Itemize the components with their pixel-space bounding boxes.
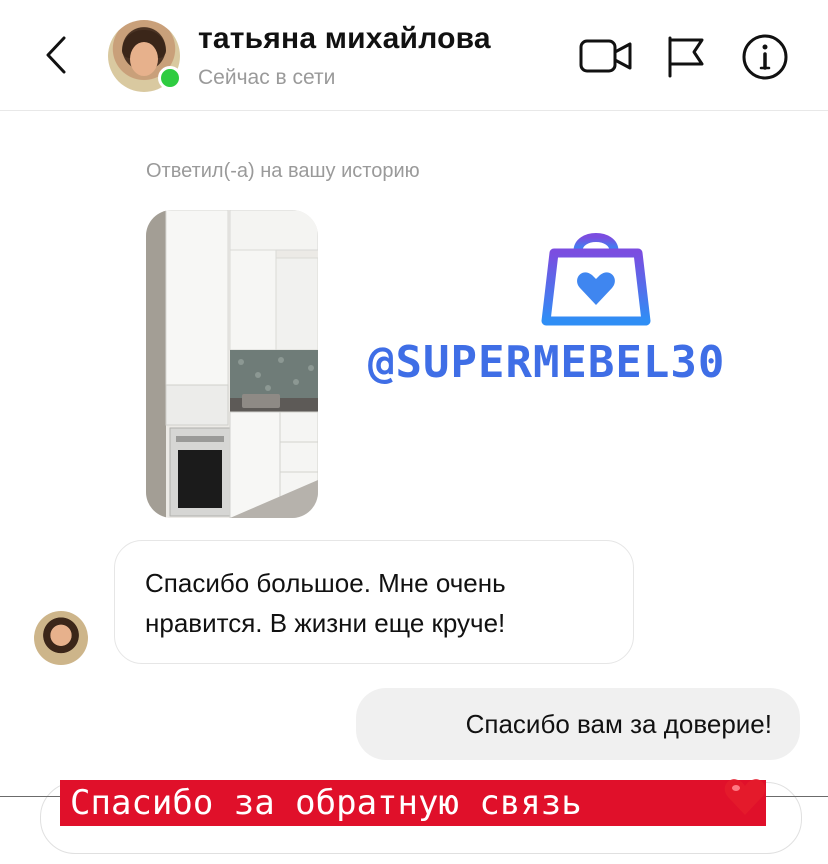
red-heart-icon: [724, 779, 766, 815]
brand-handle: @SUPERMEBEL30: [368, 337, 726, 388]
video-call-icon: [579, 39, 632, 73]
sender-avatar[interactable]: [34, 611, 88, 665]
story-thumbnail[interactable]: [146, 210, 318, 518]
chevron-left-icon: [46, 36, 66, 74]
video-call-button[interactable]: [578, 32, 634, 80]
shopping-bag-icon: [541, 233, 651, 326]
story-reply-note: Ответил(-а) на вашу историю: [146, 160, 420, 182]
user-avatar[interactable]: [108, 20, 182, 92]
incoming-message[interactable]: Спасибо большое. Мне очень нравится. В ж…: [114, 540, 634, 664]
flag-icon: [668, 36, 704, 78]
info-button[interactable]: [740, 32, 790, 82]
info-icon: [742, 34, 788, 80]
caption-banner: Спасибо за обратную связь: [60, 780, 766, 826]
kitchen-photo: [146, 210, 318, 518]
user-status: Сейчас в сети: [198, 66, 336, 89]
outgoing-message[interactable]: Спасибо вам за доверие!: [356, 688, 800, 760]
story-brand-overlay: @SUPERMEBEL30: [368, 225, 798, 405]
caption-text: Спасибо за обратную связь: [70, 783, 582, 823]
user-name[interactable]: татьяна михайлова: [198, 22, 491, 56]
report-button[interactable]: [662, 32, 710, 80]
chat-header: татьяна михайлова Сейчас в сети: [0, 0, 828, 111]
back-button[interactable]: [40, 30, 80, 80]
online-status-dot: [158, 66, 182, 90]
